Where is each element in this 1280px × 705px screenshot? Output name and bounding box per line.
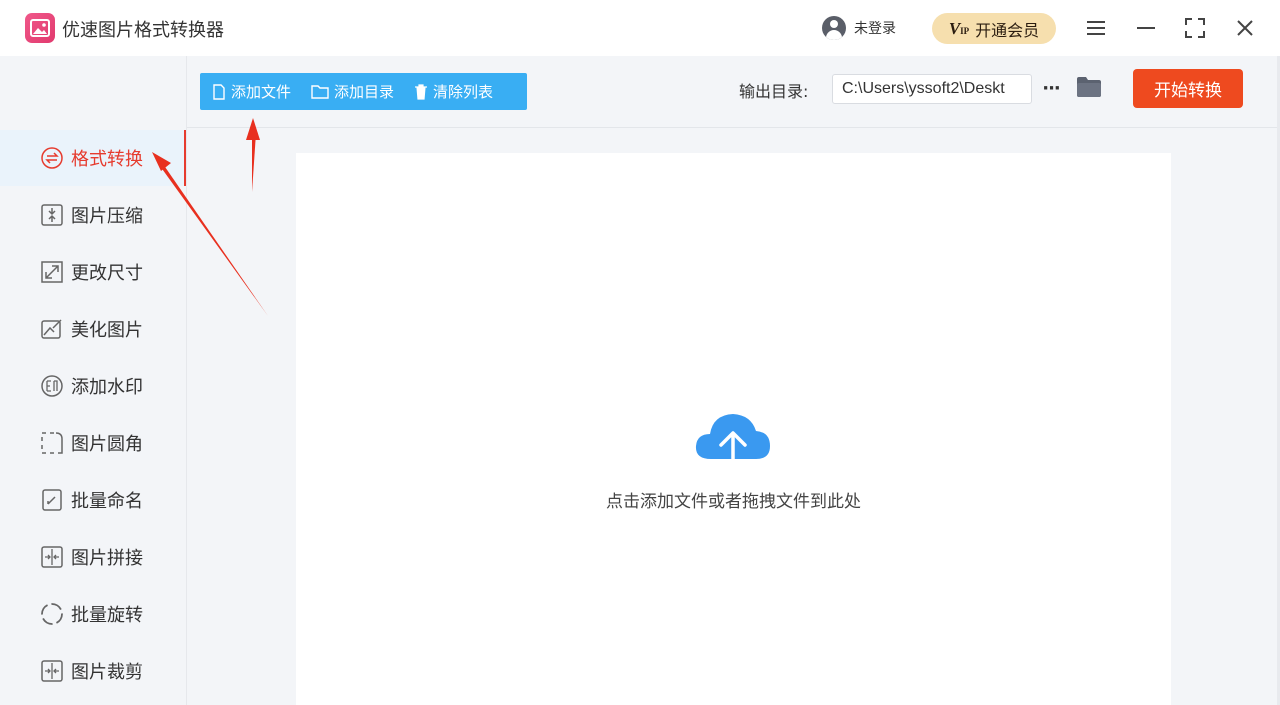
- folder-icon: [1077, 77, 1101, 97]
- sidebar-item-resize[interactable]: 更改尺寸: [0, 244, 186, 300]
- sidebar-item-rotate[interactable]: 批量旋转: [0, 586, 186, 642]
- add-folder-button[interactable]: 添加目录: [311, 81, 394, 102]
- toolbar-divider: [187, 127, 1280, 128]
- watermark-icon: [40, 374, 64, 398]
- cloud-upload-icon: [695, 414, 770, 475]
- trash-icon: [415, 83, 428, 100]
- sidebar-item-watermark[interactable]: 添加水印: [0, 358, 186, 414]
- drop-hint: 点击添加文件或者拖拽文件到此处: [606, 492, 861, 512]
- vip-button[interactable]: VIP 开通会员: [932, 13, 1056, 44]
- title-bar: 优速图片格式转换器 未登录 VIP 开通会员: [0, 0, 1280, 56]
- file-drop-zone[interactable]: 点击添加文件或者拖拽文件到此处: [296, 153, 1171, 705]
- resize-icon: [40, 260, 64, 284]
- app-logo: [25, 13, 55, 43]
- close-icon: [1237, 20, 1253, 36]
- clear-list-button[interactable]: 清除列表: [414, 81, 493, 102]
- sidebar-item-format-convert[interactable]: 格式转换: [0, 130, 186, 186]
- app-title: 优速图片格式转换器: [62, 20, 224, 41]
- crop-icon: [40, 659, 64, 683]
- output-dir-input[interactable]: [832, 74, 1032, 104]
- beautify-icon: [40, 317, 64, 341]
- minimize-icon: [1137, 27, 1155, 29]
- file-icon: [213, 83, 225, 100]
- login-label: 未登录: [854, 21, 896, 37]
- maximize-button[interactable]: [1181, 14, 1209, 42]
- start-convert-button[interactable]: 开始转换: [1133, 69, 1243, 108]
- sidebar-item-label: 图片裁剪: [71, 662, 143, 683]
- login-button[interactable]: 未登录: [822, 16, 896, 40]
- hamburger-icon: [1087, 21, 1105, 35]
- sidebar-item-stitch[interactable]: 图片拼接: [0, 529, 186, 585]
- more-options-button[interactable]: ···: [1040, 76, 1062, 100]
- folder-outline-icon: [311, 85, 329, 99]
- sidebar-item-compress[interactable]: 图片压缩: [0, 187, 186, 243]
- rename-icon: [40, 488, 64, 512]
- add-file-label: 添加文件: [231, 83, 292, 101]
- file-toolbar: 添加文件 添加目录 清除列表: [200, 73, 527, 110]
- menu-button[interactable]: [1082, 14, 1110, 42]
- minimize-button[interactable]: [1132, 14, 1160, 42]
- format-convert-icon: [40, 146, 64, 170]
- sidebar-item-label: 更改尺寸: [71, 263, 143, 284]
- sidebar-item-label: 添加水印: [71, 377, 143, 398]
- sidebar-item-label: 图片压缩: [71, 206, 143, 227]
- rotate-icon: [40, 602, 64, 626]
- stitch-icon: [40, 545, 64, 569]
- add-folder-label: 添加目录: [334, 83, 395, 101]
- add-file-button[interactable]: 添加文件: [212, 81, 291, 102]
- sidebar-item-label: 格式转换: [71, 149, 143, 170]
- sidebar-item-label: 批量命名: [71, 491, 143, 512]
- sidebar-item-rename[interactable]: 批量命名: [0, 472, 186, 528]
- output-dir-label: 输出目录:: [739, 82, 809, 101]
- sidebar-item-beautify[interactable]: 美化图片: [0, 301, 186, 357]
- sidebar: 格式转换 图片压缩 更改尺寸 美化图片 添加水印 图片圆角 批量命名 图片拼接 …: [0, 56, 187, 705]
- sidebar-item-round-corner[interactable]: 图片圆角: [0, 415, 186, 471]
- image-icon: [30, 19, 50, 37]
- sidebar-item-crop[interactable]: 图片裁剪: [0, 643, 186, 699]
- vip-label: 开通会员: [975, 20, 1040, 40]
- fullscreen-icon: [1185, 18, 1205, 38]
- annotation-arrow-toolbar: [246, 118, 260, 192]
- sidebar-item-label: 图片拼接: [71, 548, 143, 569]
- sidebar-item-label: 美化图片: [71, 320, 143, 341]
- round-corner-icon: [40, 431, 64, 455]
- compress-icon: [40, 203, 64, 227]
- sidebar-item-label: 批量旋转: [71, 605, 143, 626]
- close-button[interactable]: [1231, 14, 1259, 42]
- sidebar-item-label: 图片圆角: [71, 434, 143, 455]
- clear-list-label: 清除列表: [433, 83, 494, 101]
- vip-badge-icon: VIP: [948, 18, 970, 38]
- open-folder-button[interactable]: [1076, 76, 1102, 100]
- user-avatar-icon: [822, 16, 846, 40]
